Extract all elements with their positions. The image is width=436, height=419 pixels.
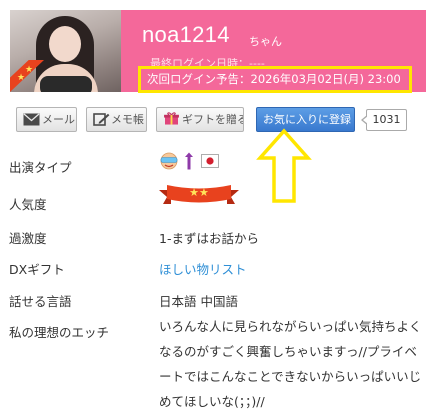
pencil-note-icon [93,113,110,126]
favorite-count: 1031 [361,109,407,131]
memo-button[interactable]: メモ帳 [86,107,147,132]
envelope-icon [23,113,40,126]
next-login-notice: 次回ログイン予告：2026年03月02日(月) 23:00 [138,66,412,93]
wishlist-link[interactable]: ほしい物リスト [159,259,247,278]
ideal-label: 私の理想のエッチ [9,325,110,340]
face-mask-icon [160,152,178,170]
popularity-stars: ★★ [189,186,209,199]
type-label: 出演タイプ [9,160,72,175]
mail-button-label: メール [42,113,75,126]
language-label: 話せる言語 [9,294,72,309]
exclamation-icon [185,152,193,170]
up-arrow-icon [256,128,312,203]
ideal-text: いろんな人に見られながらいっぱい気持ちよくなるのがすごく興奮しちゃいますっ//プ… [159,319,422,409]
japan-flag-icon [201,154,219,168]
dx-gift-label: DXギフト [9,262,65,277]
username: noa1214 [142,22,230,47]
language-value: 日本語 中国語 [159,294,238,309]
avatar-face [49,26,81,62]
username-honorific: ちゃん [249,35,282,48]
gift-box-icon [164,112,179,125]
gift-button[interactable]: ギフトを贈る [156,107,244,132]
popularity-ribbon-icon: ★★ [159,185,239,204]
profile-header: ★ ★ noa1214 ちゃん 最終ログイン日時：---- 次回ログイン予告：2… [10,10,426,93]
avatar[interactable]: ★ ★ [10,10,121,92]
avatar-top [40,76,92,92]
radical-label: 過激度 [9,231,47,246]
gift-button-label: ギフトを贈る [182,113,244,126]
popularity-label: 人気度 [9,197,47,212]
memo-button-label: メモ帳 [111,113,144,126]
star-icon: ★ [17,73,26,83]
radical-value: 1-まずはお話から [159,231,259,246]
mail-button[interactable]: メール [16,107,77,132]
star-icon: ★ [25,65,34,75]
